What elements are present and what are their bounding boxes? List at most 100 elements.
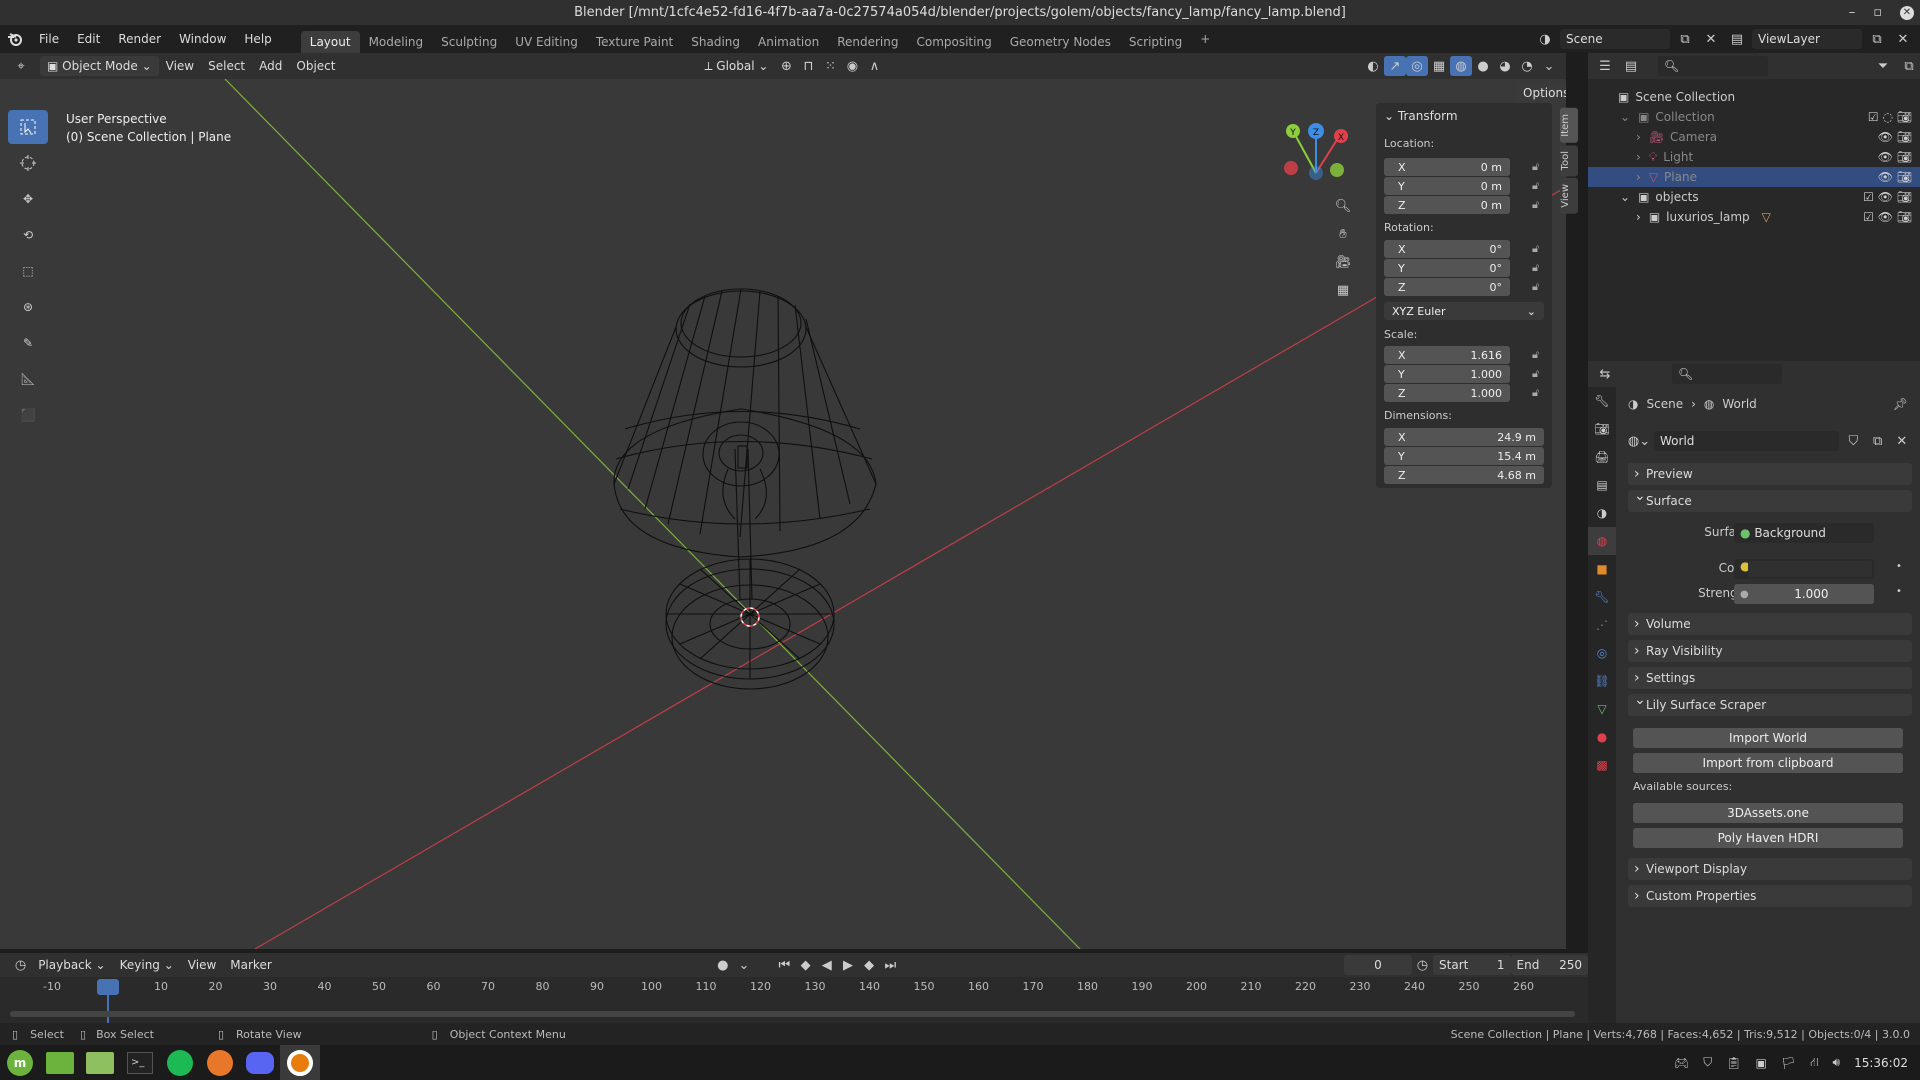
move-tool[interactable]: ✥: [8, 182, 48, 216]
rotation-y-field[interactable]: Y 0°: [1384, 259, 1510, 277]
snap-icon[interactable]: ⊓: [797, 56, 819, 76]
tab-animation[interactable]: Animation: [749, 31, 828, 53]
record-options-icon[interactable]: ⌄: [733, 955, 754, 975]
timeline-scrollbar[interactable]: [10, 1011, 1575, 1017]
record-icon[interactable]: ●: [712, 955, 733, 975]
transform-orientation-dropdown[interactable]: ⟂ Global ⌄: [697, 56, 775, 76]
scene-icon[interactable]: ◑: [1534, 29, 1556, 49]
minimize-icon[interactable]: –: [1849, 0, 1856, 25]
outliner-row-collection[interactable]: ⌄ ▣ Collection ☑ ◌ 📷︎: [1588, 107, 1920, 127]
breadcrumb-scene[interactable]: Scene: [1646, 397, 1683, 411]
lock-scale-x-icon[interactable]: 🔓︎: [1532, 348, 1544, 361]
tab-item[interactable]: Item: [1560, 108, 1578, 143]
lock-scale-y-icon[interactable]: 🔓︎: [1532, 367, 1544, 380]
physics-tab-icon[interactable]: ◎: [1588, 639, 1616, 667]
location-z-field[interactable]: Z 0 m: [1384, 196, 1510, 214]
view-layer-tab-icon[interactable]: ▤: [1588, 471, 1616, 499]
add-cube-tool[interactable]: ⬛: [8, 398, 48, 432]
menu-object[interactable]: Object: [289, 56, 342, 76]
close-icon[interactable]: ✕: [1900, 5, 1914, 20]
world-browse-icon[interactable]: ◍⌄: [1628, 431, 1650, 451]
spotify-icon[interactable]: [160, 1045, 200, 1080]
scale-tool[interactable]: ⬚: [8, 254, 48, 288]
scale-z-field[interactable]: Z 1.000: [1384, 384, 1510, 402]
lock-location-x-icon[interactable]: 🔓︎: [1532, 160, 1544, 173]
scale-x-field[interactable]: X 1.616: [1384, 346, 1510, 364]
ray-visibility-section[interactable]: Ray Visibility: [1628, 640, 1912, 662]
visibility-checkbox-icon[interactable]: ☑ 👁︎ 📷︎: [1863, 210, 1912, 224]
location-y-field[interactable]: Y 0 m: [1384, 177, 1510, 195]
particles-tab-icon[interactable]: ⋰: [1588, 611, 1616, 639]
blender-logo-icon[interactable]: [0, 31, 30, 47]
lock-rotation-z-icon[interactable]: 🔓︎: [1532, 280, 1544, 293]
dimensions-x-field[interactable]: X 24.9 m: [1384, 428, 1544, 446]
eye-icon[interactable]: 👁︎ 📷︎: [1878, 150, 1912, 164]
outliner-row-light[interactable]: › 💡︎ Light 👁︎ 📷︎: [1588, 147, 1920, 167]
clock[interactable]: 15:36:02: [1854, 1056, 1908, 1070]
zoom-icon[interactable]: 🔍︎: [1332, 196, 1354, 216]
preview-range-icon[interactable]: ◷: [1412, 955, 1433, 975]
3d-viewport[interactable]: Y Z X User Perspective (0) Scene Collect…: [0, 79, 1566, 949]
eye-icon[interactable]: 👁︎ 📷︎: [1878, 130, 1912, 144]
mint-menu-icon[interactable]: m: [0, 1045, 40, 1080]
preview-section[interactable]: Preview: [1628, 463, 1912, 485]
duplicate-icon[interactable]: ⧉: [1867, 431, 1887, 451]
jump-end-icon[interactable]: ⏭: [880, 955, 901, 975]
play-icon[interactable]: ▶: [837, 955, 858, 975]
timeline-ruler[interactable]: -100102030405060708090100110120130140150…: [0, 977, 1588, 1023]
new-view-layer-icon[interactable]: ⧉: [1866, 29, 1888, 49]
tab-modeling[interactable]: Modeling: [360, 31, 433, 53]
tab-scripting[interactable]: Scripting: [1120, 31, 1191, 53]
transform-tool[interactable]: ⊛: [8, 290, 48, 324]
lock-rotation-x-icon[interactable]: 🔓︎: [1532, 242, 1544, 255]
menu-view[interactable]: View: [159, 56, 201, 76]
end-frame-field[interactable]: End 250: [1510, 955, 1588, 975]
blender-taskbar-icon[interactable]: [280, 1045, 320, 1080]
tab-shading[interactable]: Shading: [682, 31, 749, 53]
discord-icon[interactable]: [240, 1045, 280, 1080]
filter-icon[interactable]: ⏷: [1872, 56, 1894, 76]
import-world-button[interactable]: Import World: [1633, 728, 1903, 748]
scale-y-field[interactable]: Y 1.000: [1384, 365, 1510, 383]
tab-sculpting[interactable]: Sculpting: [432, 31, 506, 53]
source-3dassets-button[interactable]: 3DAssets.one: [1633, 803, 1903, 823]
view-layer-icon[interactable]: ▤: [1726, 29, 1748, 49]
overlays-icon[interactable]: ◎: [1406, 56, 1428, 76]
location-x-field[interactable]: X 0 m: [1384, 158, 1510, 176]
modifier-tab-icon[interactable]: 🔧︎: [1588, 583, 1616, 611]
remove-view-layer-icon[interactable]: ✕: [1892, 29, 1914, 49]
world-name-field[interactable]: World: [1654, 431, 1840, 451]
notes-icon[interactable]: ▣: [1756, 1056, 1767, 1070]
tab-texture-paint[interactable]: Texture Paint: [587, 31, 682, 53]
menu-edit[interactable]: Edit: [68, 25, 109, 53]
solid-shading-icon[interactable]: ●: [1472, 56, 1494, 76]
volume-icon[interactable]: 🔊︎: [1833, 1055, 1841, 1070]
menu-file[interactable]: File: [30, 25, 68, 53]
rotation-mode-dropdown[interactable]: XYZ Euler ⌄: [1384, 302, 1544, 320]
surface-shader-field[interactable]: ● Background: [1734, 523, 1874, 543]
outliner-editor-icon[interactable]: ☰: [1594, 56, 1616, 76]
clipboard-icon[interactable]: 📋︎: [1726, 1056, 1741, 1070]
falloff-icon[interactable]: ∧: [863, 56, 885, 76]
terminal-icon[interactable]: >_: [120, 1045, 160, 1080]
keyboard-layout-icon[interactable]: 🏳︎: [1781, 1056, 1796, 1070]
play-reverse-icon[interactable]: ◀: [816, 955, 837, 975]
outliner-row-plane[interactable]: › ▽ Plane 👁︎ 📷︎: [1588, 167, 1920, 187]
keyframe-dot-icon[interactable]: •: [1896, 586, 1902, 597]
source-polyhaven-button[interactable]: Poly Haven HDRI: [1633, 828, 1903, 848]
remove-scene-icon[interactable]: ✕: [1700, 29, 1722, 49]
wireframe-shading-icon[interactable]: ◍: [1450, 56, 1472, 76]
tab-rendering[interactable]: Rendering: [828, 31, 907, 53]
editor-type-icon[interactable]: ⌖: [10, 56, 32, 76]
tab-compositing[interactable]: Compositing: [907, 31, 1000, 53]
folder-icon[interactable]: [80, 1045, 120, 1080]
material-tab-icon[interactable]: ●: [1588, 723, 1616, 751]
color-swatch[interactable]: ●: [1734, 559, 1874, 579]
render-tab-icon[interactable]: 📷︎: [1588, 415, 1616, 443]
menu-add[interactable]: Add: [252, 56, 289, 76]
visibility-checkbox-icon[interactable]: ☑ 👁︎ 📷︎: [1863, 190, 1912, 204]
breadcrumb-world[interactable]: World: [1722, 397, 1756, 411]
lock-location-y-icon[interactable]: 🔓︎: [1532, 179, 1544, 192]
snap-target-icon[interactable]: ⁙: [819, 56, 841, 76]
xray-icon[interactable]: ▦: [1428, 56, 1450, 76]
